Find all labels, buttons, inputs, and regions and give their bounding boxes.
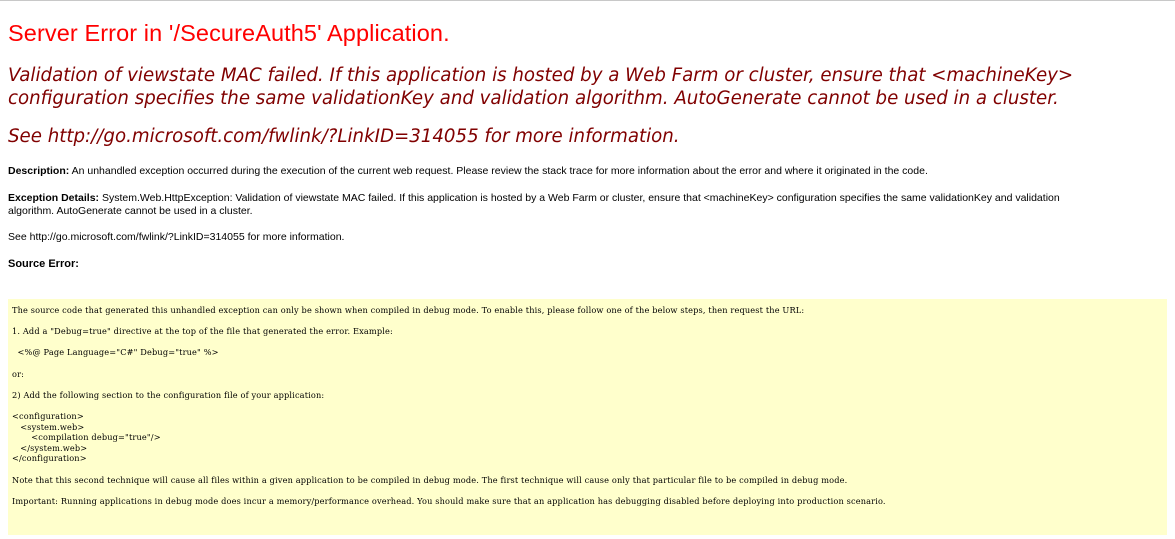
source-intro: The source code that generated this unha… — [12, 305, 805, 315]
config-line: <compilation debug="true"/> — [12, 432, 161, 443]
description-label: Description: — [8, 165, 70, 177]
description-paragraph: Description: An unhandled exception occu… — [8, 165, 1168, 178]
description-text: An unhandled exception occurred during t… — [71, 165, 928, 177]
config-line: </configuration> — [12, 453, 87, 464]
source-step-2: 2) Add the following section to the conf… — [12, 389, 325, 400]
error-message: Validation of viewstate MAC failed. If t… — [8, 64, 1168, 110]
top-border — [0, 0, 1175, 1]
page-title: Server Error in '/SecureAuth5' Applicati… — [8, 20, 450, 46]
exception-details-text: System.Web.HttpException: Validation of … — [101, 192, 1060, 204]
exception-details-paragraph: Exception Details: System.Web.HttpExcept… — [8, 192, 1168, 218]
source-step-1: 1. Add a "Debug=true" directive at the t… — [12, 326, 393, 337]
exception-details-line: Exception Details: System.Web.HttpExcept… — [8, 192, 1168, 205]
more-info-text: See http://go.microsoft.com/fwlink/?Link… — [8, 231, 345, 243]
exception-details-line: algorithm. AutoGenerate cannot be used i… — [8, 205, 253, 217]
source-important: Important: Running applications in debug… — [12, 495, 886, 506]
config-line: <configuration> — [12, 410, 84, 421]
error-page: Server Error in '/SecureAuth5' Applicati… — [8, 18, 1168, 271]
error-message-line: configuration specifies the same validat… — [8, 88, 1059, 109]
source-error-code: The source code that generated this unha… — [12, 305, 1163, 506]
error-message-line: Validation of viewstate MAC failed. If t… — [8, 65, 1074, 86]
source-step-1-code: <%@ Page Language="C#" Debug="true" %> — [12, 347, 219, 358]
config-line: <system.web> — [12, 421, 85, 432]
source-error-box: The source code that generated this unha… — [8, 299, 1167, 535]
exception-details-label: Exception Details: — [8, 192, 100, 204]
source-or: or: — [12, 368, 25, 379]
source-note: Note that this second technique will cau… — [12, 474, 848, 485]
more-info-heading: See http://go.microsoft.com/fwlink/?Link… — [8, 126, 680, 147]
config-line: </system.web> — [12, 442, 88, 453]
source-error-label: Source Error: — [8, 258, 79, 270]
